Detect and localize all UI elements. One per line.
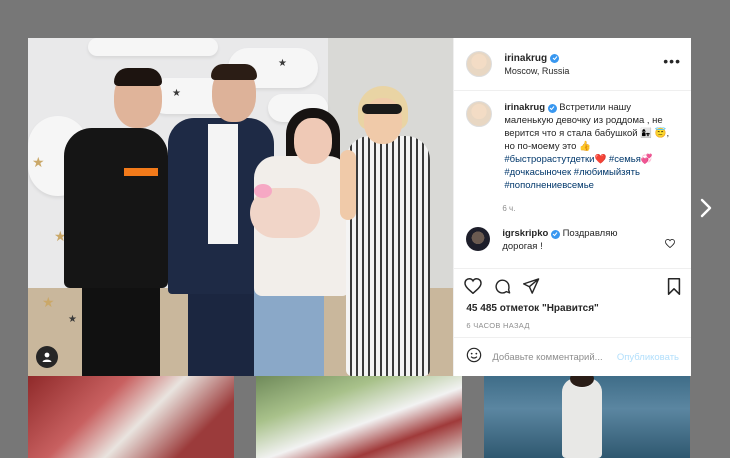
- add-comment-bar: Добавьте комментарий... Опубликовать: [454, 337, 691, 376]
- post-timestamp[interactable]: 6 ЧАСОВ НАЗАД: [454, 317, 691, 337]
- post-header: irinakrug Moscow, Russia •••: [454, 38, 691, 91]
- verified-badge-icon: [547, 103, 557, 113]
- verified-badge-icon: [550, 53, 560, 63]
- heart-icon[interactable]: [464, 278, 483, 294]
- background-post-thumbnail: [256, 376, 462, 458]
- more-options-icon[interactable]: •••: [663, 54, 681, 68]
- post-location[interactable]: Moscow, Russia: [504, 66, 569, 76]
- post-actions: [454, 268, 691, 303]
- commenter-avatar[interactable]: [466, 227, 491, 251]
- comments-section: irinakrug Встретили нашу маленькую девоч…: [454, 91, 691, 268]
- likes-count[interactable]: 45 485 отметок "Нравится": [454, 303, 691, 317]
- background-post-thumbnail: [28, 376, 234, 458]
- bookmark-icon[interactable]: [667, 278, 681, 300]
- comment-username[interactable]: igrskripko: [502, 228, 548, 239]
- author-avatar[interactable]: [466, 51, 493, 77]
- caption-hashtags[interactable]: #быстрорастутдетки❤️ #семья💞 #дочкасыноч…: [504, 154, 652, 191]
- caption-username[interactable]: irinakrug: [504, 102, 545, 113]
- verified-badge-icon: [550, 229, 560, 239]
- share-icon[interactable]: [523, 278, 540, 294]
- chevron-right-icon[interactable]: [698, 198, 714, 218]
- post-sidebar: irinakrug Moscow, Russia ••• irinakrug В…: [453, 38, 691, 376]
- user-tag-icon[interactable]: [36, 346, 58, 368]
- background-post-thumbnail: [484, 376, 690, 458]
- post-modal: ★ ★ ★ ★ ★ ★ irinakrug Moscow, Russia •••…: [28, 38, 691, 376]
- emoji-icon[interactable]: [466, 347, 482, 368]
- author-username[interactable]: irinakrug: [504, 53, 547, 64]
- publish-button[interactable]: Опубликовать: [617, 352, 679, 363]
- comment-input[interactable]: Добавьте комментарий...: [492, 352, 617, 363]
- comment-like-heart-icon[interactable]: [665, 235, 675, 253]
- author-avatar[interactable]: [466, 101, 493, 127]
- comment-icon[interactable]: [494, 278, 511, 295]
- caption: irinakrug Встретили нашу маленькую девоч…: [466, 101, 679, 192]
- caption-timestamp: 6 ч.: [502, 204, 516, 213]
- post-photo[interactable]: ★ ★ ★ ★ ★ ★: [28, 38, 454, 376]
- comment-item: igrskripko Поздравляю дорогая !: [466, 227, 679, 253]
